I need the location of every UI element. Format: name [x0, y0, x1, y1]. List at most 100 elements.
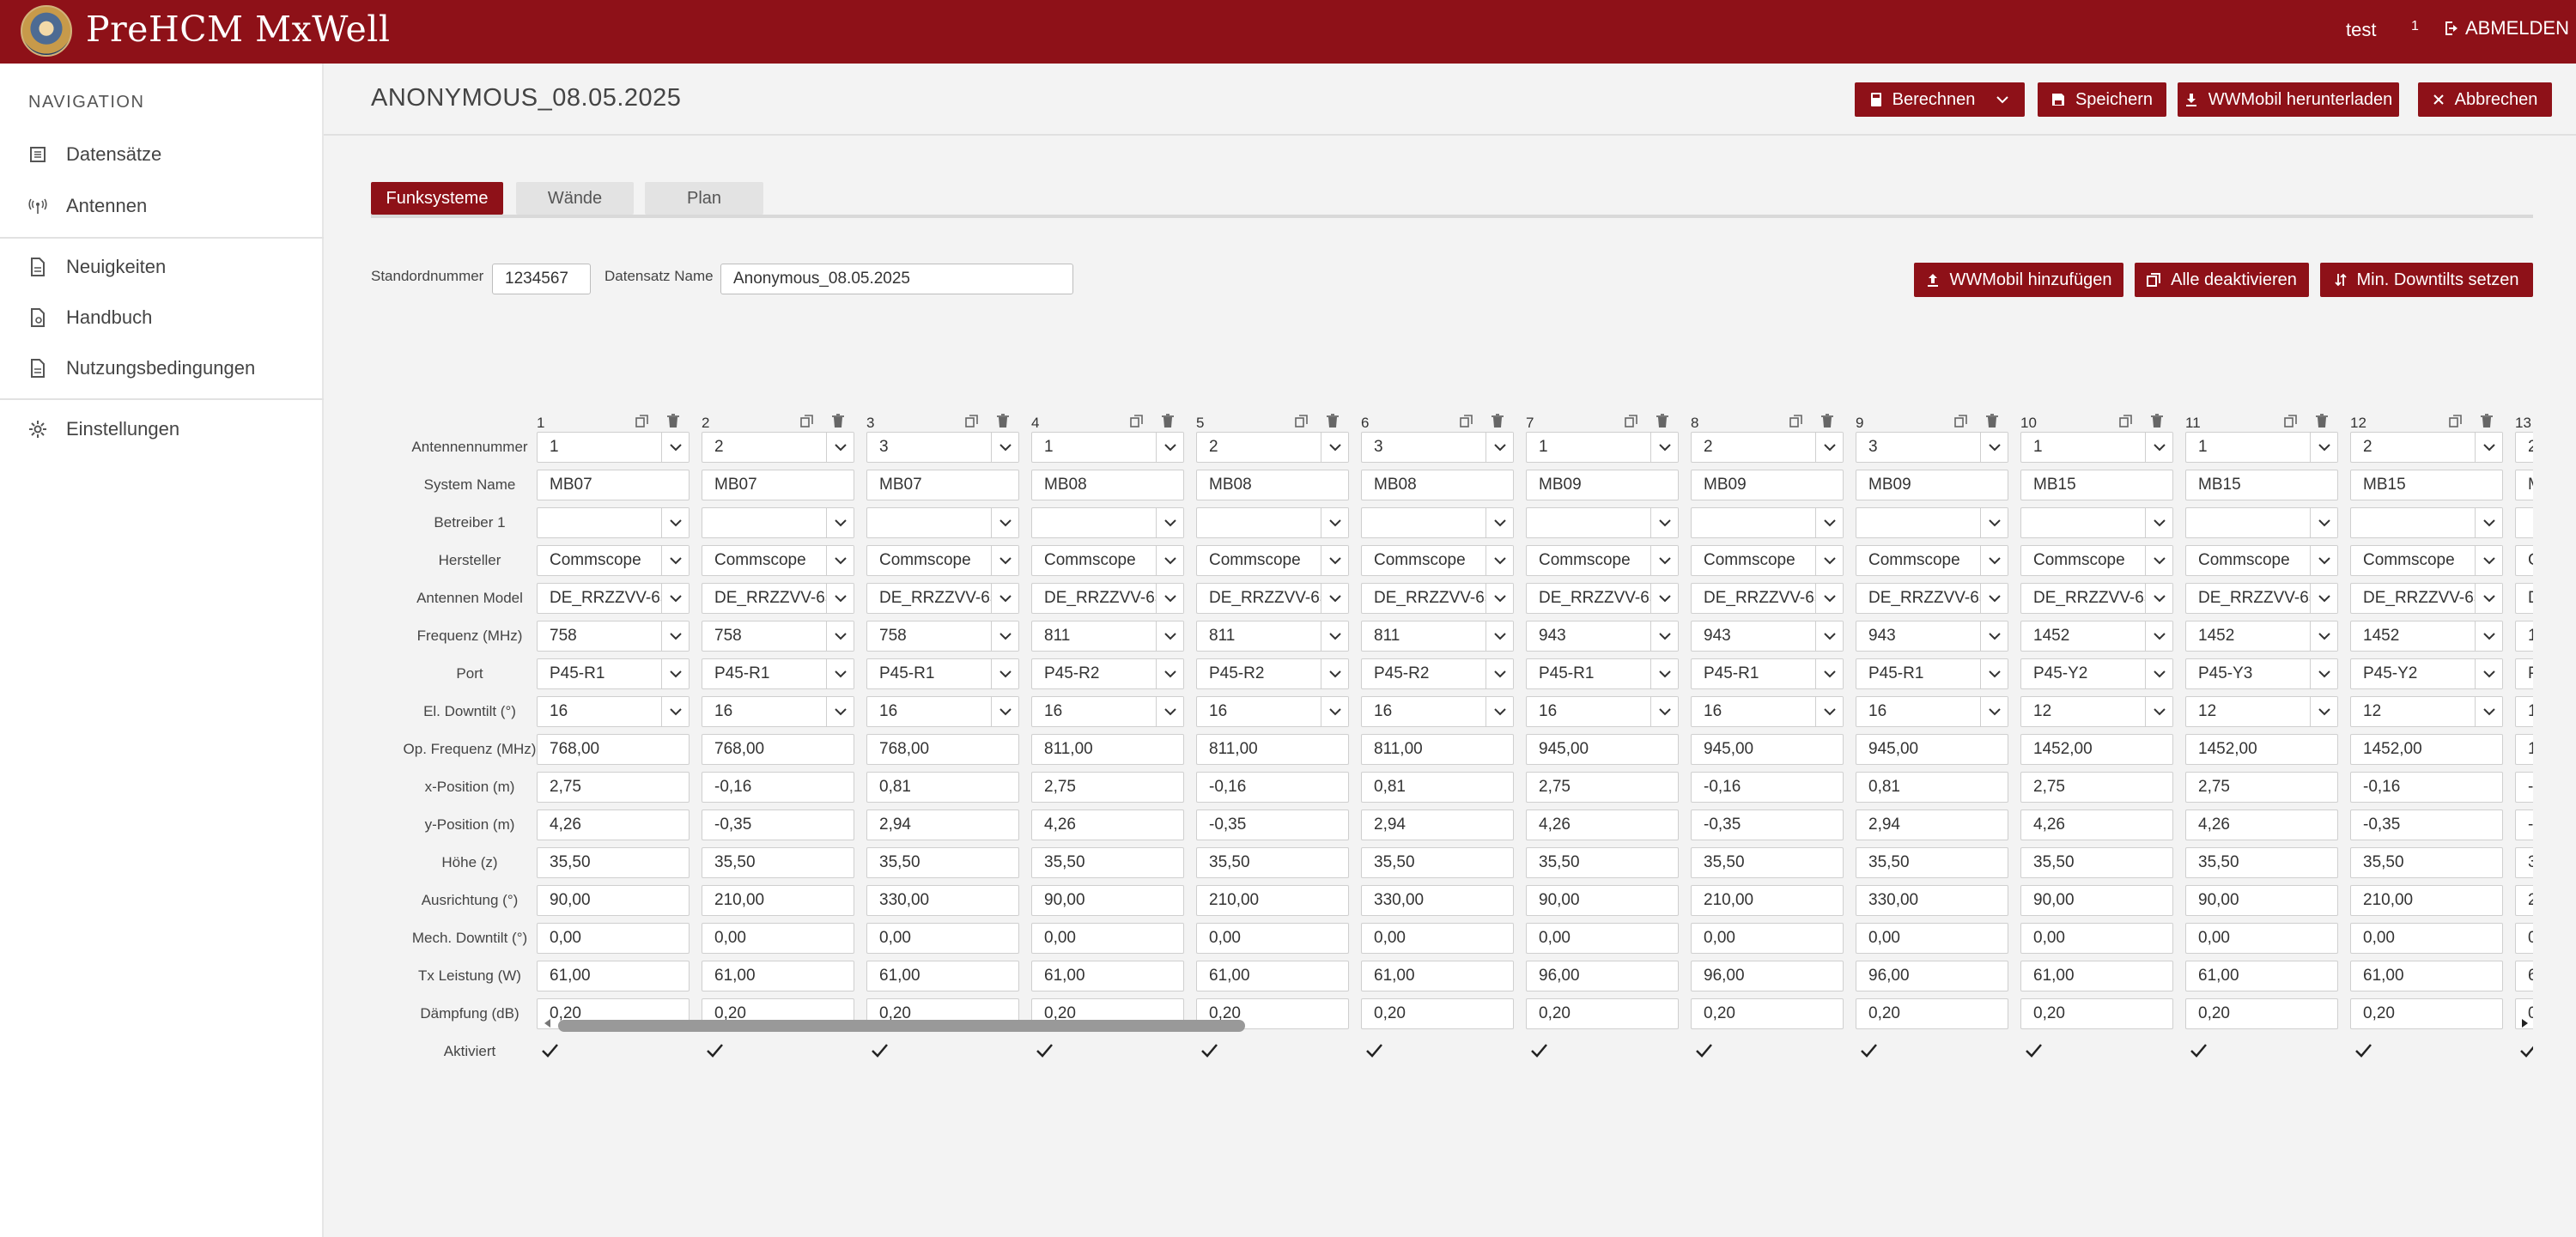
add-wwmobil-button[interactable]: WWMobil hinzufügen — [1914, 263, 2123, 297]
chevron-down-icon[interactable] — [1321, 697, 1348, 726]
input-system[interactable]: MB09 — [1856, 470, 2008, 500]
input-tx[interactable]: 6 — [2515, 961, 2533, 991]
nav-item-antennen[interactable]: Antennen — [28, 189, 147, 223]
input-azimuth[interactable]: 330,00 — [1361, 885, 1514, 916]
input-mechtilt[interactable]: 0,00 — [2185, 923, 2338, 954]
chevron-down-icon[interactable] — [826, 697, 854, 726]
chevron-down-icon[interactable] — [1980, 508, 2008, 537]
select-eltilt[interactable]: 16 — [1361, 696, 1514, 727]
chevron-down-icon[interactable] — [2310, 508, 2337, 537]
select-freq[interactable]: 943 — [1691, 621, 1844, 652]
select-antenna[interactable]: 2 — [702, 432, 854, 463]
chevron-down-icon[interactable] — [1815, 659, 1843, 688]
deactivate-all-button[interactable]: Alle deaktivieren — [2135, 263, 2309, 297]
dataset-name-input[interactable]: Anonymous_08.05.2025 — [720, 264, 1073, 294]
cancel-button[interactable]: Abbrechen — [2418, 82, 2552, 117]
input-tx[interactable]: 61,00 — [866, 961, 1019, 991]
delete-icon[interactable] — [1655, 413, 1670, 428]
input-azimuth[interactable]: 90,00 — [537, 885, 690, 916]
select-eltilt[interactable]: 12 — [2350, 696, 2503, 727]
select-freq[interactable]: 811 — [1031, 621, 1184, 652]
input-azimuth[interactable]: 210,00 — [1196, 885, 1349, 916]
select-port[interactable]: P45-R1 — [1856, 658, 2008, 689]
chevron-down-icon[interactable] — [1156, 659, 1183, 688]
select-freq[interactable]: 943 — [1526, 621, 1679, 652]
select-eltilt[interactable]: 16 — [1031, 696, 1184, 727]
input-opfreq[interactable]: 811,00 — [1361, 734, 1514, 765]
chevron-down-icon[interactable] — [826, 659, 854, 688]
input-azimuth[interactable]: 330,00 — [866, 885, 1019, 916]
delete-icon[interactable] — [1984, 413, 2000, 428]
chevron-down-icon[interactable] — [2475, 659, 2502, 688]
select-maker[interactable]: C — [2515, 545, 2533, 576]
select-antenna[interactable]: 1 — [537, 432, 690, 463]
input-x[interactable]: -( — [2515, 772, 2533, 803]
input-z[interactable]: 35,50 — [2020, 847, 2173, 878]
input-system[interactable]: MB15 — [2020, 470, 2173, 500]
nav-item-einstellungen[interactable]: Einstellungen — [28, 412, 179, 446]
copy-icon[interactable] — [2118, 414, 2134, 429]
input-y[interactable]: 4,26 — [1526, 810, 1679, 840]
chevron-down-icon[interactable] — [2475, 622, 2502, 651]
activated-checkbox[interactable] — [1528, 1040, 1550, 1062]
select-operator[interactable] — [1361, 507, 1514, 538]
input-z[interactable]: 35,50 — [2185, 847, 2338, 878]
select-antenna[interactable]: 3 — [1856, 432, 2008, 463]
input-y[interactable]: 2,94 — [1361, 810, 1514, 840]
chevron-down-icon[interactable] — [1485, 622, 1513, 651]
select-freq[interactable]: 943 — [1856, 621, 2008, 652]
input-azimuth[interactable]: 90,00 — [2185, 885, 2338, 916]
chevron-down-icon[interactable] — [1321, 508, 1348, 537]
chevron-down-icon[interactable] — [2475, 433, 2502, 462]
input-system[interactable]: MB08 — [1196, 470, 1349, 500]
input-mechtilt[interactable]: 0,00 — [1526, 923, 1679, 954]
input-x[interactable]: 2,75 — [2020, 772, 2173, 803]
chevron-down-icon[interactable] — [1815, 546, 1843, 575]
delete-icon[interactable] — [1160, 413, 1176, 428]
select-operator[interactable] — [2020, 507, 2173, 538]
select-operator[interactable] — [1691, 507, 1844, 538]
input-z[interactable]: 35,50 — [1361, 847, 1514, 878]
input-opfreq[interactable]: 768,00 — [866, 734, 1019, 765]
chevron-down-icon[interactable] — [2145, 546, 2172, 575]
input-system[interactable]: M — [2515, 470, 2533, 500]
select-freq[interactable]: 1452 — [2185, 621, 2338, 652]
select-freq[interactable]: 811 — [1196, 621, 1349, 652]
input-tx[interactable]: 61,00 — [537, 961, 690, 991]
input-x[interactable]: 0,81 — [1856, 772, 2008, 803]
chevron-down-icon[interactable] — [2475, 508, 2502, 537]
select-port[interactable]: P45-R1 — [1526, 658, 1679, 689]
chevron-down-icon[interactable] — [1815, 697, 1843, 726]
input-x[interactable]: 0,81 — [1361, 772, 1514, 803]
select-port[interactable]: P45-R1 — [702, 658, 854, 689]
chevron-down-icon[interactable] — [991, 659, 1018, 688]
select-port[interactable]: P45-R2 — [1361, 658, 1514, 689]
site-number-input[interactable]: 1234567 — [492, 264, 591, 294]
input-y[interactable]: -0,35 — [1196, 810, 1349, 840]
copy-icon[interactable] — [799, 414, 815, 429]
input-tx[interactable]: 96,00 — [1691, 961, 1844, 991]
select-operator[interactable] — [1196, 507, 1349, 538]
input-tx[interactable]: 61,00 — [2020, 961, 2173, 991]
delete-icon[interactable] — [1820, 413, 1835, 428]
select-eltilt[interactable]: 12 — [2185, 696, 2338, 727]
chevron-down-icon[interactable] — [1321, 433, 1348, 462]
select-port[interactable]: P45-R2 — [1196, 658, 1349, 689]
input-mechtilt[interactable]: 0,00 — [1856, 923, 2008, 954]
chevron-down-icon[interactable] — [661, 622, 689, 651]
input-system[interactable]: MB08 — [1361, 470, 1514, 500]
select-maker[interactable]: Commscope — [1856, 545, 2008, 576]
input-mechtilt[interactable]: 0,00 — [1031, 923, 1184, 954]
input-opfreq[interactable]: 768,00 — [537, 734, 690, 765]
input-y[interactable]: 2,94 — [866, 810, 1019, 840]
input-y[interactable]: -0,35 — [2350, 810, 2503, 840]
chevron-down-icon[interactable] — [1996, 95, 2009, 104]
chevron-down-icon[interactable] — [2310, 697, 2337, 726]
select-operator[interactable] — [1526, 507, 1679, 538]
select-eltilt[interactable]: 1 — [2515, 696, 2533, 727]
chevron-down-icon[interactable] — [1650, 584, 1678, 613]
input-x[interactable]: 2,75 — [1031, 772, 1184, 803]
delete-icon[interactable] — [2314, 413, 2330, 428]
input-x[interactable]: -0,16 — [2350, 772, 2503, 803]
chevron-down-icon[interactable] — [1815, 433, 1843, 462]
